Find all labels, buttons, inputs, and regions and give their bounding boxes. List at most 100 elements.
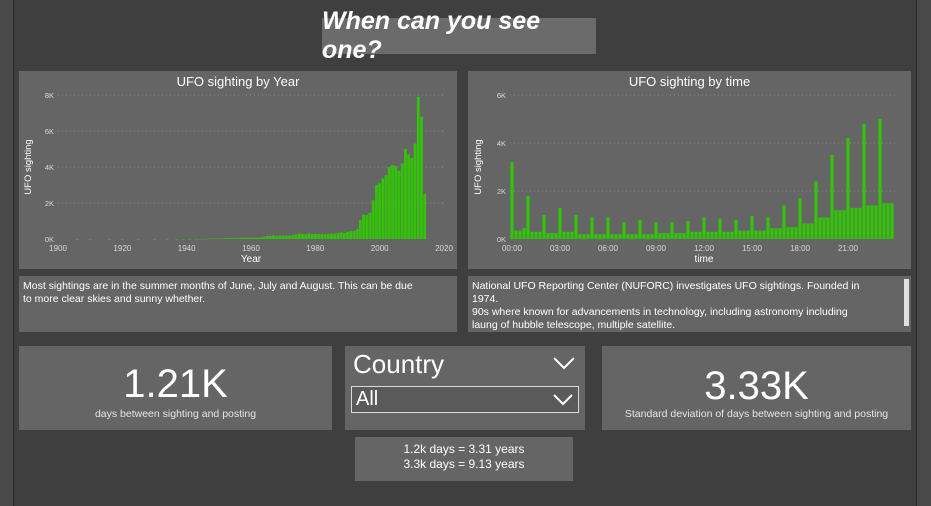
year-chart-bar[interactable] [342,232,346,239]
year-chart-bar[interactable] [204,238,208,240]
year-chart-bar[interactable] [378,183,382,239]
year-chart-bar[interactable] [381,178,385,239]
time-chart-bar[interactable] [746,230,750,239]
time-chart-bar[interactable] [802,223,806,239]
time-chart-bar[interactable] [862,123,866,239]
time-chart-bar[interactable] [714,231,718,239]
time-chart-bar[interactable] [810,223,814,239]
time-chart-bar[interactable] [698,231,702,239]
year-chart-bar[interactable] [175,238,179,240]
time-chart-bar[interactable] [702,217,706,239]
year-chart-bar[interactable] [165,238,169,240]
year-chart-bar[interactable] [230,238,234,239]
year-chart-bar[interactable] [313,233,317,239]
time-chart-bar[interactable] [518,230,522,239]
year-chart-bar[interactable] [108,238,111,240]
time-chart-bar[interactable] [870,205,874,239]
year-chart-bar[interactable] [362,214,365,239]
time-chart-bar[interactable] [842,210,846,239]
time-chart-bar[interactable] [558,207,562,239]
year-chart-bar[interactable] [188,238,192,240]
time-chart-bar[interactable] [814,181,818,239]
time-chart-bar[interactable] [614,234,618,239]
year-chart-bar[interactable] [137,238,140,240]
time-chart-bar[interactable] [650,234,654,239]
time-chart-bar[interactable] [830,155,834,239]
time-chart-bar[interactable] [690,231,694,239]
time-chart-bar[interactable] [554,233,558,239]
time-chart-bar[interactable] [670,222,674,239]
time-chart-bar[interactable] [734,219,738,239]
time-chart-bar[interactable] [598,234,602,239]
year-chart-bar[interactable] [272,235,275,239]
year-chart-bar[interactable] [220,238,224,240]
year-chart-bar[interactable] [211,238,214,240]
time-chart-bar[interactable] [858,207,862,239]
time-chart-bar[interactable] [674,233,678,239]
year-chart-bar[interactable] [227,238,230,239]
year-chart-bar[interactable] [400,163,404,239]
time-chart-bar[interactable] [566,231,570,239]
time-chart-bar[interactable] [778,228,782,239]
time-chart-bar[interactable] [854,207,858,239]
year-chart-bar[interactable] [256,237,259,239]
time-chart-bar[interactable] [766,217,770,239]
year-chart-bar[interactable] [275,235,279,239]
time-chart-bar[interactable] [866,205,870,239]
time-chart-bar[interactable] [886,203,890,239]
time-chart-bar[interactable] [706,231,710,239]
time-chart-bar[interactable] [586,234,590,239]
year-chart-bar[interactable] [397,170,401,239]
time-chart-bar[interactable] [622,222,626,239]
time-chart-bar[interactable] [694,231,698,239]
year-chart-bar[interactable] [333,233,337,239]
time-chart-bar[interactable] [742,230,746,239]
time-chart-bar[interactable] [710,231,714,239]
year-chart-bar[interactable] [387,167,391,239]
year-chart-bar[interactable] [194,238,198,240]
time-chart-bar[interactable] [654,222,658,239]
year-chart-bar[interactable] [375,185,378,239]
time-chart-bar[interactable] [626,234,630,239]
year-chart-bar[interactable] [394,166,398,239]
time-chart-bar[interactable] [522,228,526,239]
time-chart-bar[interactable] [682,233,686,239]
year-chart-bar[interactable] [259,237,263,239]
time-chart-bar[interactable] [770,228,774,239]
year-chart-bar[interactable] [236,237,240,239]
time-chart-bar[interactable] [806,223,810,239]
year-chart-bar[interactable] [416,96,420,239]
time-chart-bar[interactable] [606,217,610,239]
year-chart-bar[interactable] [339,232,343,239]
year-chart-bar[interactable] [281,235,285,239]
time-chart-bar[interactable] [790,227,794,239]
time-chart-bar[interactable] [610,234,614,239]
time-chart-bar[interactable] [570,231,574,239]
year-chart-bar[interactable] [249,237,253,239]
time-chart-bar[interactable] [530,231,534,239]
year-chart-bar[interactable] [243,237,246,239]
time-chart-bar[interactable] [590,217,594,239]
time-chart-bar[interactable] [834,210,838,239]
time-chart-bar[interactable] [594,234,598,239]
time-chart-bar[interactable] [838,210,842,239]
time-chart-bar[interactable] [602,234,606,239]
year-chart-bar[interactable] [291,235,295,239]
chart-year-panel[interactable]: UFO sighting by Year 0K 2K 4K 6K 8K 1900 1920 1… [19,71,457,269]
time-chart-bar[interactable] [634,234,638,239]
year-chart-bar[interactable] [310,233,314,239]
year-chart-bar[interactable] [307,233,311,239]
time-chart-bar[interactable] [534,231,538,239]
time-chart-bar[interactable] [514,230,518,239]
time-chart-bar[interactable] [510,162,514,239]
year-chart-bar[interactable] [391,165,394,239]
year-chart-bar[interactable] [214,238,217,240]
year-chart-bar[interactable] [182,238,185,240]
country-dropdown[interactable]: All [351,386,579,413]
time-chart-bar[interactable] [738,230,742,239]
time-chart-bar[interactable] [666,233,670,239]
time-chart-bar[interactable] [774,228,778,239]
chevron-down-icon[interactable] [552,393,574,406]
year-chart-bar[interactable] [336,233,340,239]
time-chart-bar[interactable] [762,230,766,239]
